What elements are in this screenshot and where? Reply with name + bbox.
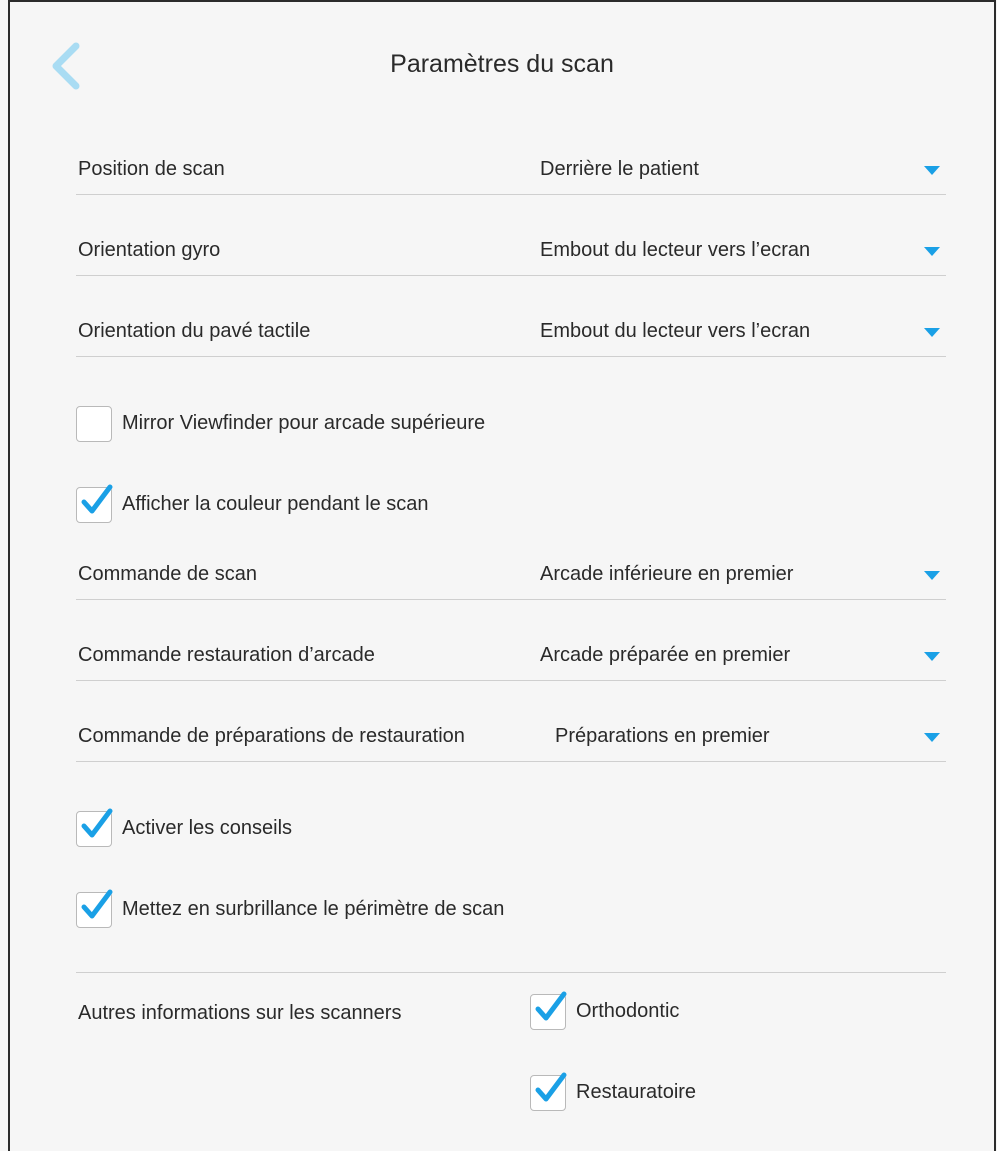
touchpad-orientation-select[interactable]: Embout du lecteur vers l’ecran [540, 320, 810, 343]
scan-position-select[interactable]: Derrière le patient [540, 158, 699, 181]
enable-tips-checkbox[interactable] [76, 808, 113, 847]
checkmark-icon [535, 991, 567, 1021]
arch-restoration-order-select[interactable]: Arcade préparée en premier [540, 644, 790, 667]
show-color-label: Afficher la couleur pendant le scan [122, 493, 429, 515]
scan-position-label: Position de scan [78, 158, 225, 180]
restorative-checkbox[interactable] [530, 1072, 567, 1111]
highlight-perimeter-label: Mettez en surbrillance le périmètre de s… [122, 898, 505, 920]
gyro-orientation-row[interactable]: Orientation gyro Embout du lecteur vers … [76, 235, 946, 276]
caret-down-icon[interactable] [924, 652, 940, 661]
enable-tips-label: Activer les conseils [122, 817, 293, 839]
scan-order-row[interactable]: Commande de scan Arcade inférieure en pr… [76, 559, 946, 600]
caret-down-icon[interactable] [924, 328, 940, 337]
checkmark-icon [81, 484, 113, 514]
section-divider [76, 972, 946, 973]
gyro-orientation-label: Orientation gyro [78, 239, 221, 261]
mirror-viewfinder-label: Mirror Viewfinder pour arcade supérieure [122, 412, 486, 434]
settings-panel: Paramètres du scan Position de scan Derr… [8, 0, 996, 1151]
gyro-orientation-select[interactable]: Embout du lecteur vers l’ecran [540, 239, 810, 262]
mirror-viewfinder-checkbox[interactable] [76, 406, 112, 442]
caret-down-icon[interactable] [924, 247, 940, 256]
caret-down-icon[interactable] [924, 733, 940, 742]
preparation-order-select[interactable]: Préparations en premier [555, 725, 770, 748]
preparation-order-label: Commande de préparations de restauration [78, 725, 465, 747]
arch-restoration-order-row[interactable]: Commande restauration d’arcade Arcade pr… [76, 640, 946, 681]
preparation-order-row[interactable]: Commande de préparations de restauration… [76, 721, 946, 762]
caret-down-icon[interactable] [924, 166, 940, 175]
caret-down-icon[interactable] [924, 571, 940, 580]
scan-order-select[interactable]: Arcade inférieure en premier [540, 563, 793, 586]
checkmark-icon [81, 889, 113, 919]
orthodontic-label: Orthodontic [576, 1000, 680, 1022]
checkmark-icon [81, 808, 113, 838]
touchpad-orientation-label: Orientation du pavé tactile [78, 320, 311, 342]
touchpad-orientation-row[interactable]: Orientation du pavé tactile Embout du le… [76, 316, 946, 357]
arch-restoration-order-label: Commande restauration d’arcade [78, 644, 375, 666]
show-color-checkbox[interactable] [76, 484, 113, 523]
scan-order-label: Commande de scan [78, 563, 257, 585]
scan-position-row[interactable]: Position de scan Derrière le patient [76, 154, 946, 195]
checkmark-icon [535, 1072, 567, 1102]
orthodontic-checkbox[interactable] [530, 991, 567, 1030]
page-title: Paramètres du scan [390, 50, 614, 78]
highlight-perimeter-checkbox[interactable] [76, 889, 113, 928]
restorative-label: Restauratoire [576, 1081, 697, 1103]
other-scanners-label: Autres informations sur les scanners [78, 1002, 402, 1024]
